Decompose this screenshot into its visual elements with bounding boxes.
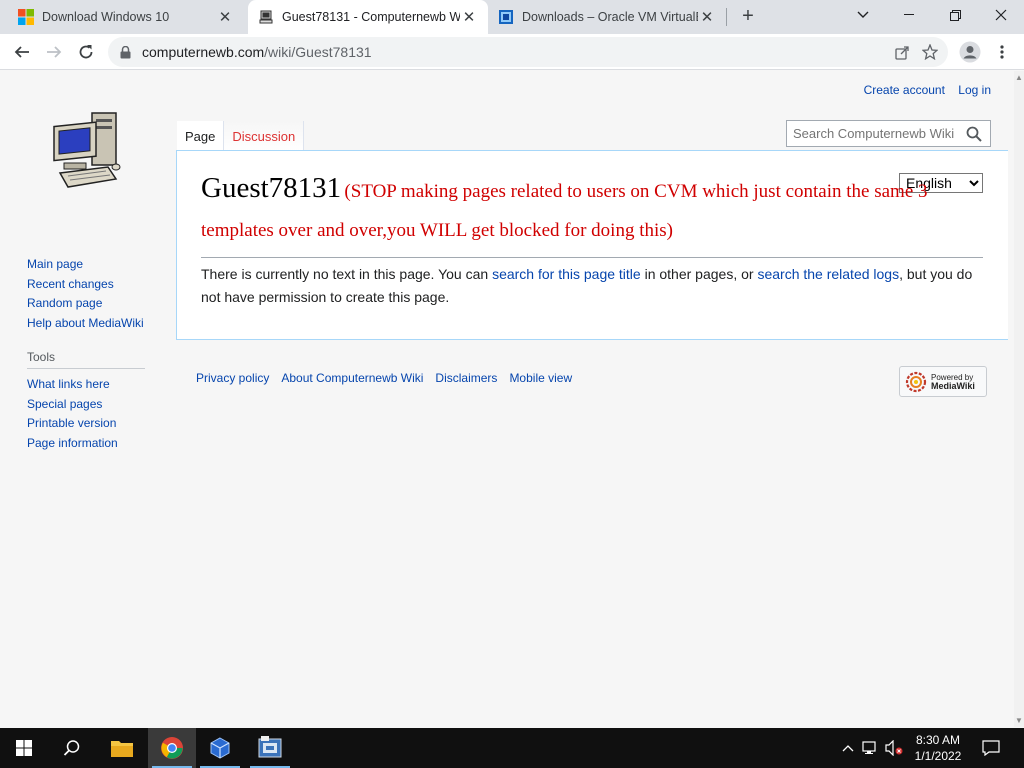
sidebar-item-what-links-here[interactable]: What links here: [27, 375, 145, 395]
tab-search-chevron-icon[interactable]: [840, 0, 886, 30]
virtualbox-favicon-icon: [499, 10, 513, 24]
taskbar-chrome[interactable]: [148, 728, 196, 768]
footer-links: Privacy policy About Computernewb Wiki D…: [196, 371, 584, 385]
cpu-chip-icon: [258, 736, 282, 758]
wiki-favicon-icon: [259, 10, 273, 24]
bookmark-star-icon[interactable]: [916, 38, 944, 66]
close-tab-icon[interactable]: ✕: [698, 8, 716, 26]
network-icon[interactable]: [861, 738, 881, 758]
sidebar-item-main-page[interactable]: Main page: [27, 255, 144, 275]
log-in-link[interactable]: Log in: [958, 83, 991, 97]
footer-disclaimers[interactable]: Disclaimers: [435, 371, 497, 385]
page-title: Guest78131: [201, 172, 342, 204]
search-page-title-link[interactable]: search for this page title: [492, 266, 641, 282]
browser-tab-strip: Download Windows 10 ✕ Guest78131 - Compu…: [0, 0, 1024, 34]
wiki-logo[interactable]: [50, 107, 126, 195]
wiki-page: Create account Log in Main page Recent c…: [0, 71, 1014, 727]
search-input[interactable]: [787, 126, 959, 141]
windows-start-icon: [16, 740, 32, 756]
minimize-window-icon[interactable]: [886, 0, 932, 30]
body-text: There is currently no text in this page.…: [201, 266, 493, 282]
tools-heading: Tools: [27, 350, 145, 369]
taskbar-cpu-app[interactable]: [246, 728, 294, 768]
volume-muted-icon[interactable]: [884, 738, 904, 758]
sidebar-item-random-page[interactable]: Random page: [27, 294, 144, 314]
windows-taskbar: 8:30 AM 1/1/2022: [0, 728, 1024, 768]
folder-icon: [111, 741, 133, 757]
share-icon[interactable]: [888, 38, 916, 66]
address-bar[interactable]: computernewb.com/wiki/Guest78131: [108, 37, 948, 67]
tab-separator: [726, 8, 727, 26]
body-text: in other pages, or: [640, 266, 758, 282]
browser-toolbar: computernewb.com/wiki/Guest78131: [0, 34, 1024, 70]
back-arrow-icon[interactable]: [8, 38, 36, 66]
tab-title: Downloads – Oracle VM VirtualBox: [522, 10, 698, 24]
content-area: English Guest78131 (STOP making pages re…: [176, 150, 1008, 340]
page-tabs: Page Discussion: [177, 121, 305, 151]
page-heading: Guest78131 (STOP making pages related to…: [201, 169, 983, 258]
taskbar-search-button[interactable]: [48, 728, 96, 768]
footer-privacy-policy[interactable]: Privacy policy: [196, 371, 269, 385]
search-icon[interactable]: [959, 126, 989, 142]
computer-logo-icon: [53, 112, 121, 188]
new-tab-icon[interactable]: +: [736, 5, 760, 29]
reload-icon[interactable]: [72, 38, 100, 66]
virtualbox-icon: [210, 737, 230, 759]
lock-icon[interactable]: [120, 45, 132, 59]
create-account-link[interactable]: Create account: [864, 83, 945, 97]
tab-download-windows-10[interactable]: Download Windows 10 ✕: [8, 0, 244, 34]
wiki-search: [786, 120, 991, 147]
scroll-up-arrow-icon[interactable]: ▲: [1015, 73, 1023, 82]
powered-by-text: Powered by MediaWiki: [931, 373, 975, 391]
page-body-text: There is currently no text in this page.…: [201, 263, 991, 309]
powered-by-line2: MediaWiki: [931, 380, 975, 391]
scroll-down-arrow-icon[interactable]: ▼: [1015, 716, 1023, 725]
profile-avatar-icon[interactable]: [956, 38, 984, 66]
close-tab-icon[interactable]: ✕: [460, 8, 478, 26]
close-tab-icon[interactable]: ✕: [216, 8, 234, 26]
restore-window-icon[interactable]: [932, 0, 978, 30]
start-button[interactable]: [0, 728, 48, 768]
sidebar-tools: Tools What links here Special pages Prin…: [27, 350, 145, 453]
tab-title: Download Windows 10: [42, 10, 170, 24]
sidebar-item-printable-version[interactable]: Printable version: [27, 414, 145, 434]
page-scrollbar[interactable]: ▲ ▼: [1014, 71, 1024, 727]
sidebar-item-help[interactable]: Help about MediaWiki: [27, 314, 144, 334]
tab-guest78131[interactable]: Guest78131 - Computernewb Wiki ✕: [248, 0, 488, 34]
footer-about[interactable]: About Computernewb Wiki: [281, 371, 423, 385]
search-icon: [63, 740, 80, 756]
sidebar-item-recent-changes[interactable]: Recent changes: [27, 275, 144, 295]
clock-time: 8:30 AM: [915, 733, 961, 747]
clock-date: 1/1/2022: [914, 749, 962, 763]
browser-menu-icon[interactable]: [988, 38, 1016, 66]
forward-arrow-icon[interactable]: [40, 38, 68, 66]
taskbar-clock[interactable]: 8:30 AM 1/1/2022: [908, 732, 968, 764]
search-related-logs-link[interactable]: search the related logs: [757, 266, 899, 282]
taskbar-virtualbox[interactable]: [196, 728, 244, 768]
footer-mobile-view[interactable]: Mobile view: [509, 371, 572, 385]
personal-tools: Create account Log in: [854, 83, 991, 97]
windows-logo-icon: [18, 9, 34, 25]
powered-by-mediawiki-badge[interactable]: Powered by MediaWiki: [899, 366, 987, 397]
url-text: computernewb.com/wiki/Guest78131: [142, 44, 888, 60]
show-hidden-icons-chevron-icon[interactable]: [838, 738, 858, 758]
url-host: computernewb.com: [142, 44, 265, 60]
sidebar-navigation: Main page Recent changes Random page Hel…: [27, 255, 144, 333]
mediawiki-flower-icon: [905, 371, 927, 392]
close-window-icon[interactable]: [978, 0, 1024, 30]
chrome-icon: [161, 737, 183, 759]
sidebar-item-page-information[interactable]: Page information: [27, 434, 145, 454]
url-path: /wiki/Guest78131: [264, 44, 372, 60]
sidebar-item-special-pages[interactable]: Special pages: [27, 395, 145, 415]
tab-page[interactable]: Page: [177, 121, 225, 151]
action-center-icon[interactable]: [980, 738, 1002, 758]
tab-discussion[interactable]: Discussion: [224, 121, 305, 151]
tab-title: Guest78131 - Computernewb Wiki: [282, 10, 460, 24]
taskbar-file-explorer[interactable]: [98, 728, 146, 768]
tab-virtualbox-downloads[interactable]: Downloads – Oracle VM VirtualBox ✕: [488, 0, 726, 34]
